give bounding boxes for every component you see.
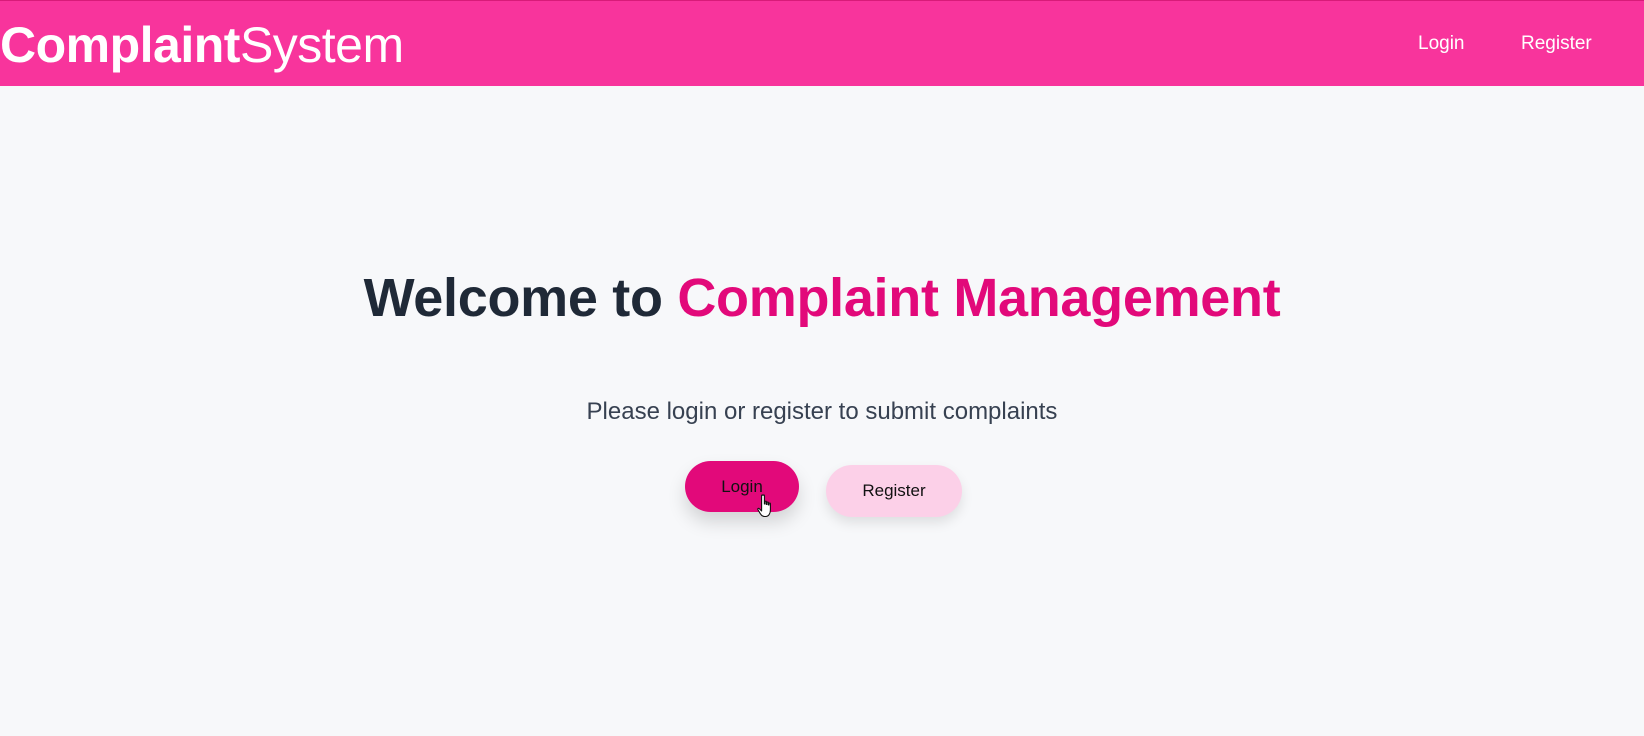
login-button[interactable]: Login <box>685 461 799 512</box>
brand-logo[interactable]: ComplaintSystem <box>0 13 404 77</box>
brand-name-bold: Complaint <box>0 17 240 73</box>
hero-section: Welcome to Complaint Management <box>0 258 1644 338</box>
title-prefix: Welcome to <box>363 268 678 328</box>
hero-subtitle: Please login or register to submit compl… <box>586 398 1058 425</box>
brand-name-light: System <box>239 17 404 73</box>
nav-register-link[interactable]: Register <box>1521 31 1592 57</box>
register-button[interactable]: Register <box>826 465 962 517</box>
nav-login-link[interactable]: Login <box>1418 31 1465 57</box>
page-title: Welcome to Complaint Management <box>0 258 1644 338</box>
top-navbar: ComplaintSystem Login Register <box>0 0 1644 86</box>
hand-pointer-cursor-icon <box>757 494 771 518</box>
title-accent: Complaint Management <box>677 268 1281 328</box>
